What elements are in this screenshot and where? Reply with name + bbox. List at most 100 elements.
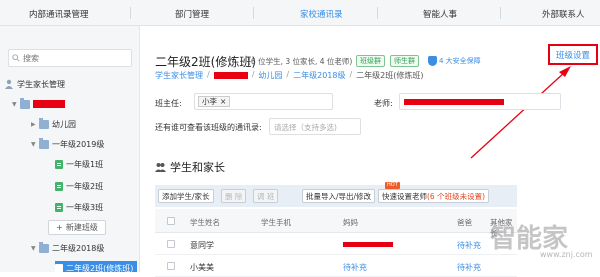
breadcrumb-root[interactable]: 学生家长管理 bbox=[155, 70, 203, 81]
delete-button[interactable]: 删 除 bbox=[221, 189, 247, 203]
search-icon bbox=[12, 54, 20, 62]
breadcrumb-current: 二年级2班(修炼班) bbox=[356, 71, 424, 80]
tree-item-grade2[interactable]: ▼ 二年级2018级 bbox=[31, 241, 104, 255]
tag-label: 小李 bbox=[202, 97, 217, 106]
tree-item-school[interactable]: ▼ bbox=[12, 97, 65, 111]
plus-icon: + bbox=[56, 223, 63, 232]
tree-label: 一年级1班 bbox=[66, 159, 104, 169]
tree-label: 二年级2班(修炼班) bbox=[66, 263, 134, 273]
table-row[interactable]: 小美美 待补充 待补充 bbox=[155, 255, 517, 277]
tree-label: 一年级2019级 bbox=[52, 139, 105, 149]
shield-icon bbox=[428, 56, 437, 66]
add-student-button[interactable]: 添加学生/家长 bbox=[158, 189, 214, 203]
tab-divider bbox=[500, 7, 501, 19]
caret-down-icon[interactable]: ▼ bbox=[12, 101, 20, 108]
head-teacher-field[interactable]: 小李 × bbox=[194, 93, 333, 110]
col-mom: 妈妈 bbox=[343, 218, 358, 227]
who-can-view-select[interactable]: 请选择（支持多选) bbox=[269, 118, 361, 135]
class-icon bbox=[55, 181, 63, 191]
search-input[interactable] bbox=[9, 50, 131, 66]
class-icon bbox=[55, 202, 63, 212]
student-name: 小美美 bbox=[190, 263, 214, 272]
col-student-phone: 学生手机 bbox=[261, 218, 291, 227]
tab-department[interactable]: 部门管理 bbox=[175, 8, 209, 20]
dad-value[interactable]: 待补充 bbox=[457, 262, 481, 273]
teacher-field[interactable] bbox=[399, 93, 561, 110]
breadcrumb-kindergarten[interactable]: 幼儿园 bbox=[258, 70, 282, 81]
head-teacher-label: 班主任: bbox=[155, 99, 182, 108]
table-header: 学生姓名 学生手机 妈妈 爸爸 其他家长 bbox=[155, 209, 517, 238]
watermark-url: www.znj.com bbox=[540, 250, 593, 259]
folder-icon bbox=[39, 137, 49, 149]
student-name: 意同学 bbox=[190, 241, 214, 250]
new-class-button[interactable]: + 新建班级 bbox=[48, 220, 106, 235]
sidebar: 学生家长管理 ▼ ▶ 幼儿园 ▼ 一年级2019级 一年级1班 一年级2班 一年… bbox=[0, 26, 140, 272]
breadcrumb-grade[interactable]: 二年级2018级 bbox=[293, 70, 345, 81]
who-can-view-label: 还有谁可查看该班级的通讯录: bbox=[155, 123, 262, 132]
redacted-teachers bbox=[404, 99, 504, 105]
folder-icon bbox=[20, 97, 30, 109]
class-member-count: (6 位学生, 3 位家长, 4 位老师) bbox=[248, 57, 353, 66]
folder-icon bbox=[39, 117, 49, 129]
row-checkbox[interactable] bbox=[167, 240, 175, 248]
breadcrumb-separator: / bbox=[251, 70, 255, 79]
tree-item-class-1-2[interactable]: 一年级2班 bbox=[55, 179, 103, 193]
quick-set-label: 快速设置老师 bbox=[382, 191, 427, 201]
tree-item-kindergarten[interactable]: ▶ 幼儿园 bbox=[31, 117, 76, 131]
hot-badge: HOT bbox=[385, 182, 400, 189]
caret-right-icon[interactable]: ▶ bbox=[31, 121, 39, 128]
class-group-badge[interactable]: 班级群 bbox=[356, 55, 385, 67]
redacted-phone bbox=[343, 242, 393, 247]
mom-value[interactable]: 待补充 bbox=[343, 262, 367, 273]
transfer-class-button[interactable]: 调 班 bbox=[253, 189, 279, 203]
tree-label: 一年级3班 bbox=[66, 202, 104, 212]
remove-tag-icon[interactable]: × bbox=[220, 97, 226, 106]
tab-divider bbox=[253, 7, 254, 19]
tree-item-class-1-3[interactable]: 一年级3班 bbox=[55, 200, 103, 214]
quick-set-teacher-button[interactable]: 快速设置老师 (6 个班级未设置) bbox=[378, 189, 490, 203]
col-student-name: 学生姓名 bbox=[190, 218, 220, 227]
caret-down-icon[interactable]: ▼ bbox=[31, 141, 39, 148]
tab-external-contacts[interactable]: 外部联系人 bbox=[542, 8, 585, 20]
redacted-school[interactable] bbox=[213, 72, 248, 79]
tree-label: 学生家长管理 bbox=[17, 79, 65, 89]
tree-item-class-1-1[interactable]: 一年级1班 bbox=[55, 157, 103, 171]
head-teacher-tag: 小李 × bbox=[198, 96, 231, 107]
tab-divider bbox=[130, 7, 131, 19]
tree-label: 一年级2班 bbox=[66, 181, 104, 191]
tree-root-students-parents[interactable]: 学生家长管理 bbox=[4, 77, 65, 91]
select-all-checkbox[interactable] bbox=[167, 217, 175, 225]
dad-value[interactable]: 待补充 bbox=[457, 240, 481, 251]
tree-item-grade1[interactable]: ▼ 一年级2019级 bbox=[31, 137, 104, 151]
tree-item-class-2-2-selected[interactable]: 二年级2班(修炼班) bbox=[55, 261, 138, 273]
tab-smart-hr[interactable]: 智能人事 bbox=[423, 8, 457, 20]
class-icon bbox=[55, 159, 63, 169]
redacted-name bbox=[33, 100, 65, 108]
breadcrumb-separator: / bbox=[286, 70, 290, 79]
folder-icon bbox=[39, 241, 49, 253]
tab-home-school[interactable]: 家校通讯录 bbox=[300, 8, 343, 20]
tree-label: 二年级2018级 bbox=[52, 243, 105, 253]
students-parents-icon bbox=[5, 79, 13, 89]
parent-group-badge[interactable]: 师生群 bbox=[390, 55, 419, 67]
batch-import-button[interactable]: 批量导入/导出/修改 bbox=[302, 189, 376, 203]
search-box bbox=[8, 49, 132, 67]
teacher-label: 老师: bbox=[374, 99, 393, 108]
class-settings-link[interactable]: 班级设置 bbox=[556, 49, 590, 61]
top-navigation: 内部通讯录管理 部门管理 家校通讯录 智能人事 外部联系人 bbox=[0, 0, 600, 26]
section-title: 学生和家长 bbox=[170, 161, 225, 174]
row-checkbox[interactable] bbox=[167, 262, 175, 270]
student-toolbar: 添加学生/家长 删 除 调 班 批量导入/导出/修改 HOT 快速设置老师 (6… bbox=[155, 182, 517, 207]
breadcrumb-separator: / bbox=[207, 70, 210, 79]
breadcrumb-separator: / bbox=[349, 70, 353, 79]
caret-down-icon[interactable]: ▼ bbox=[31, 245, 39, 252]
page-title: 二年级2班(修炼班) bbox=[155, 55, 256, 69]
tab-internal-directory[interactable]: 内部通讯录管理 bbox=[29, 8, 89, 20]
col-dad: 爸爸 bbox=[457, 218, 472, 227]
tab-divider bbox=[377, 7, 378, 19]
annotation-arrow bbox=[470, 66, 571, 159]
who-can-view-placeholder: 请选择（支持多选) bbox=[274, 123, 337, 132]
table-row[interactable]: 意同学 待补充 bbox=[155, 233, 517, 255]
people-icon bbox=[155, 163, 166, 172]
unset-classes-note: (6 个班级未设置) bbox=[427, 191, 486, 201]
